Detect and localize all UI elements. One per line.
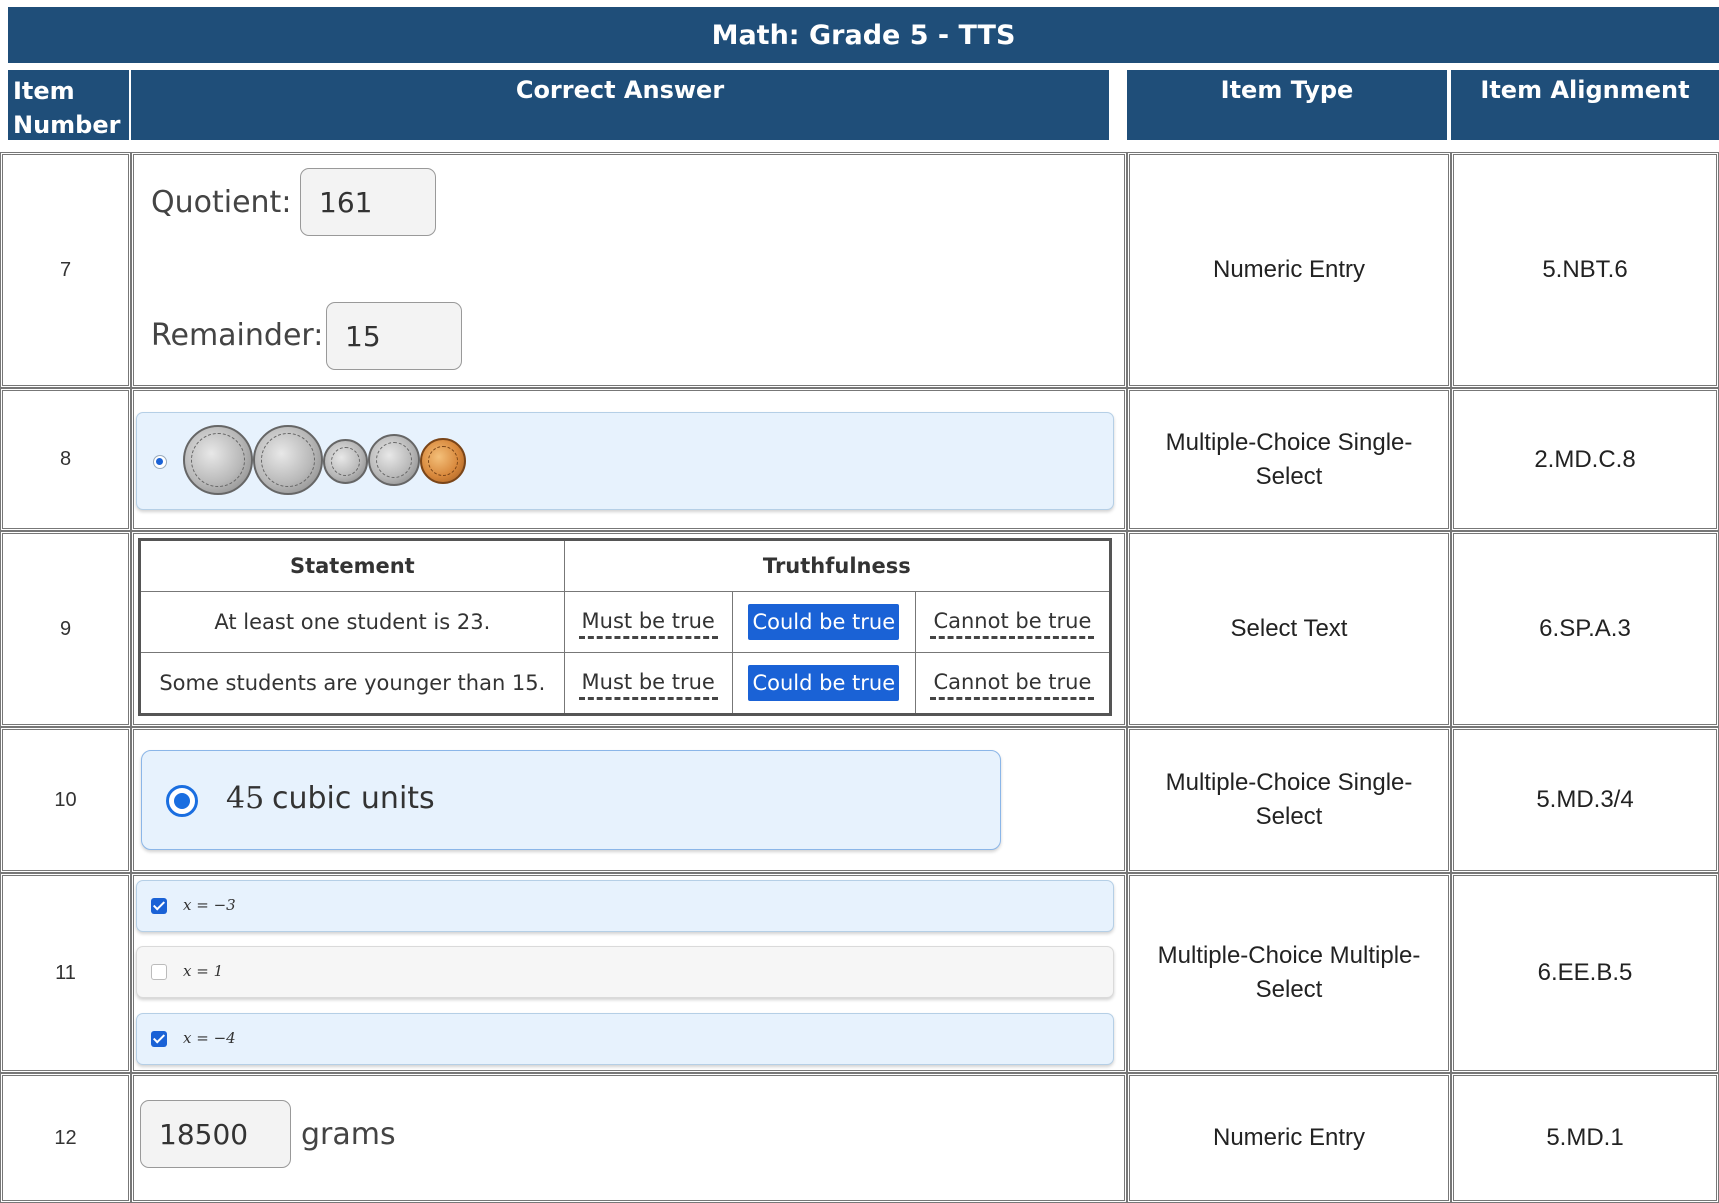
nickel-coin-icon: [368, 434, 420, 486]
statement-text: Some students are younger than 15.: [139, 652, 565, 715]
quotient-input[interactable]: 161: [300, 168, 436, 236]
remainder-input[interactable]: 15: [326, 302, 462, 370]
option-could-be-true[interactable]: Could be true: [748, 665, 900, 701]
checkbox-option[interactable]: x = 1: [136, 946, 1114, 998]
statement-text: At least one student is 23.: [139, 591, 565, 653]
table-title: Math: Grade 5 - TTS: [8, 7, 1719, 63]
remainder-label: Remainder:: [151, 318, 324, 353]
item-number: 10: [0, 727, 131, 873]
item-alignment: 5.MD.3/4: [1451, 727, 1719, 873]
checkbox-checked-icon[interactable]: [151, 898, 167, 914]
item-type: Select Text: [1127, 531, 1451, 727]
item-type: Multiple-Choice Single-Select: [1127, 388, 1451, 531]
dime-coin-icon: [323, 439, 368, 484]
checkbox-option[interactable]: x = −4: [136, 1013, 1114, 1065]
item-alignment: 5.NBT.6: [1451, 152, 1719, 388]
item-type: Numeric Entry: [1127, 1073, 1451, 1203]
item-alignment: 5.MD.1: [1451, 1073, 1719, 1203]
item-type: Multiple-Choice Single-Select: [1127, 727, 1451, 873]
coin-choice[interactable]: [136, 412, 1114, 510]
option-text: x = −3: [183, 896, 236, 914]
option-must-be-true[interactable]: Must be true: [578, 606, 718, 639]
option-must-be-true[interactable]: Must be true: [578, 667, 718, 700]
item-number: 12: [0, 1073, 131, 1203]
header-item-number: Item Number: [8, 70, 129, 140]
option-text: x = 1: [183, 962, 224, 980]
option-cannot-be-true[interactable]: Cannot be true: [930, 667, 1095, 700]
item-alignment: 2.MD.C.8: [1451, 388, 1719, 531]
mass-input[interactable]: 18500: [140, 1100, 291, 1168]
volume-value: 45: [226, 781, 265, 816]
checkbox-checked-icon[interactable]: [151, 1031, 167, 1047]
option-could-be-true[interactable]: Could be true: [748, 604, 900, 640]
statement-header: Statement: [139, 539, 565, 592]
volume-choice[interactable]: 45 cubic units: [141, 750, 1001, 850]
checkbox-option[interactable]: x = −3: [136, 880, 1114, 932]
checkbox-unchecked-icon[interactable]: [151, 964, 167, 980]
header-item-alignment: Item Alignment: [1451, 70, 1719, 140]
quarter-coin-icon: [253, 425, 323, 495]
item-number: 11: [0, 873, 131, 1073]
header-item-type: Item Type: [1127, 70, 1447, 140]
volume-unit: cubic units: [272, 781, 435, 816]
item-alignment: 6.SP.A.3: [1451, 531, 1719, 727]
option-text: x = −4: [183, 1029, 236, 1047]
penny-coin-icon: [420, 438, 466, 484]
statement-table: Statement Truthfulness At least one stud…: [138, 538, 1112, 716]
item-number: 7: [0, 152, 131, 388]
item-alignment: 6.EE.B.5: [1451, 873, 1719, 1073]
quarter-coin-icon: [183, 425, 253, 495]
item-type: Multiple-Choice Multiple-Select: [1127, 873, 1451, 1073]
radio-selected-icon[interactable]: [166, 785, 198, 817]
item-number: 8: [0, 388, 131, 531]
mass-unit: grams: [301, 1117, 396, 1152]
truthfulness-header: Truthfulness: [563, 539, 1112, 592]
item-number: 9: [0, 531, 131, 727]
header-correct-answer: Correct Answer: [131, 70, 1109, 140]
quotient-label: Quotient:: [151, 185, 292, 220]
item-type: Numeric Entry: [1127, 152, 1451, 388]
option-cannot-be-true[interactable]: Cannot be true: [930, 606, 1095, 639]
radio-selected-icon[interactable]: [153, 455, 167, 469]
